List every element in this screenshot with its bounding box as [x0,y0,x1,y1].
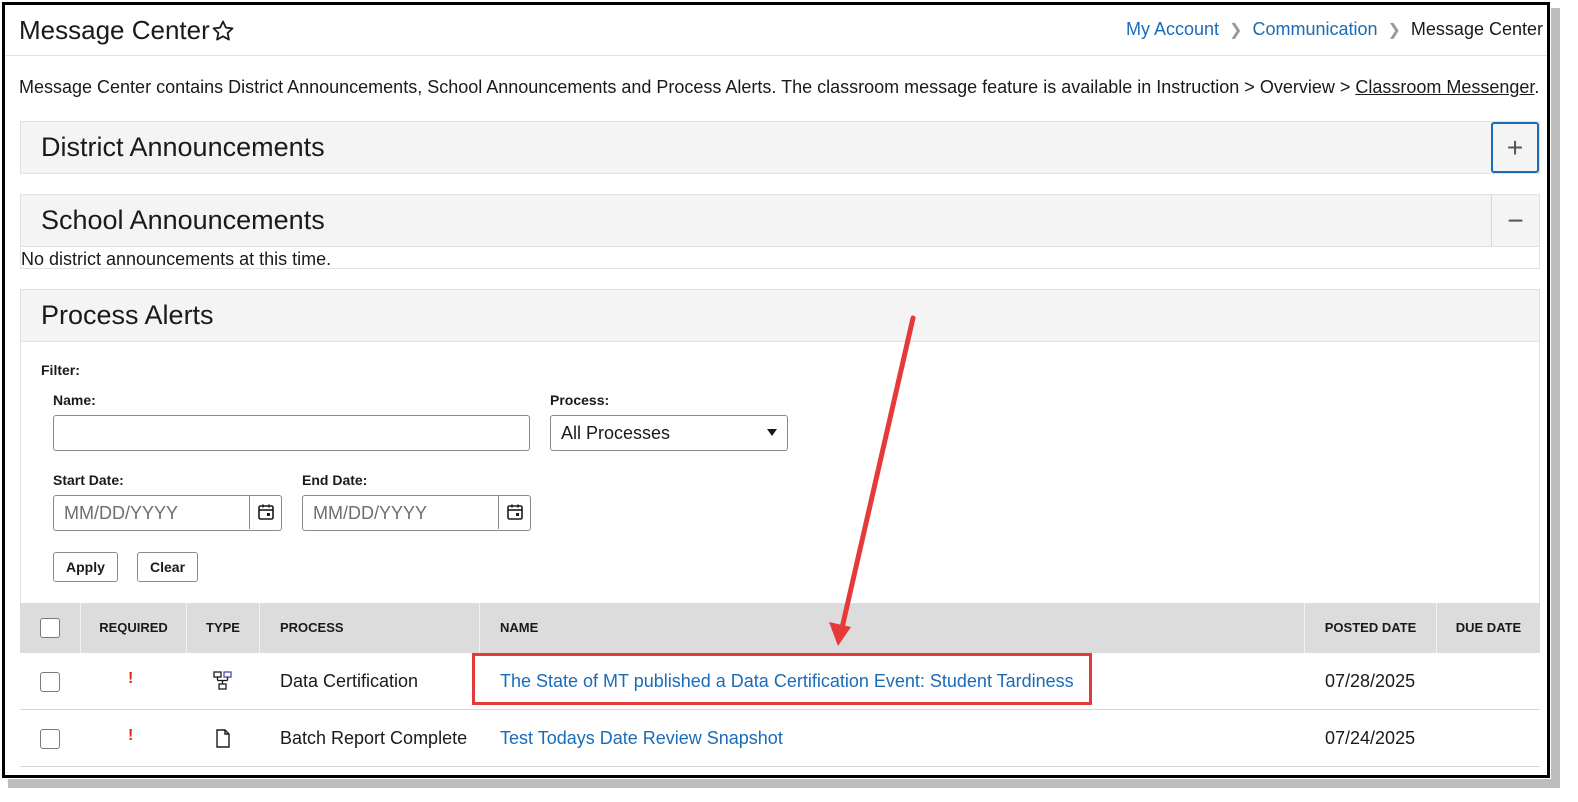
apply-button[interactable]: Apply [53,552,118,582]
school-announcements-panel: School Announcements − [20,194,1540,247]
posted-date-cell: 07/28/2025 [1325,671,1416,691]
highlight-box [472,653,1092,705]
dropdown-caret-icon [767,429,777,436]
breadcrumb: My Account ❯ Communication ❯ Message Cen… [1126,19,1543,40]
process-alerts-panel: Process Alerts [20,289,1540,342]
column-posted-date[interactable]: POSTED DATE [1305,603,1437,653]
table-row-partial [20,767,1540,775]
chevron-right-icon: ❯ [1229,21,1243,39]
breadcrumb-my-account[interactable]: My Account [1126,19,1219,40]
column-due-date[interactable]: DUE DATE [1437,603,1540,653]
end-date-input[interactable] [302,495,531,531]
hierarchy-icon [213,671,232,690]
start-date-field [53,495,282,531]
required-exclamation-icon: ! [128,670,134,687]
table-header: REQUIRED TYPE PROCESS NAME POSTED DATE D… [20,603,1540,653]
intro-text: Message Center contains District Announc… [19,77,1539,98]
column-type[interactable]: TYPE [187,603,260,653]
name-input[interactable] [53,415,530,451]
alert-name-link[interactable]: Test Todays Date Review Snapshot [500,710,783,766]
process-alerts-filter-area [20,342,1540,604]
page-header: Message Center My Account ❯ Communicatio… [5,5,1547,56]
filter-heading: Filter: [41,362,80,378]
clear-button[interactable]: Clear [137,552,199,582]
frame-shadow-bottom [8,779,1560,788]
empty-announcements-text: No district announcements at this time. [21,249,332,269]
classroom-messenger-link[interactable]: Classroom Messenger [1355,77,1534,97]
table-row[interactable]: ! Batch Report Complete Test Todays Date… [20,710,1540,767]
intro-end: . [1534,77,1540,97]
school-announcements-body: No district announcements at this time. [20,247,1540,269]
row-checkbox[interactable] [40,672,60,692]
district-announcements-title: District Announcements [41,132,325,162]
process-selected-value: All Processes [561,423,671,443]
column-name[interactable]: NAME [480,603,1305,653]
process-alerts-title: Process Alerts [41,300,214,330]
end-date-label: End Date: [302,472,368,488]
calendar-icon[interactable] [249,495,282,529]
process-label: Process: [550,392,610,408]
process-cell: Batch Report Complete [280,728,468,748]
select-all-cell [20,603,81,653]
school-announcements-title: School Announcements [41,205,325,235]
required-exclamation-icon: ! [128,727,134,744]
calendar-icon[interactable] [498,495,531,529]
favorite-star-icon[interactable] [211,19,235,43]
chevron-right-icon: ❯ [1387,21,1401,39]
posted-date-cell: 07/24/2025 [1325,728,1416,748]
district-announcements-panel: District Announcements + [20,121,1540,174]
page-title: Message Center [19,15,210,45]
breadcrumb-current: Message Center [1410,19,1543,39]
column-required[interactable]: REQUIRED [81,603,187,653]
breadcrumb-communication[interactable]: Communication [1252,19,1377,40]
column-process[interactable]: PROCESS [260,603,480,653]
end-date-field [302,495,531,531]
start-date-input[interactable] [53,495,282,531]
start-date-label: Start Date: [53,472,124,488]
frame-shadow-right [1551,8,1560,783]
row-checkbox[interactable] [40,729,60,749]
document-icon [216,729,230,748]
name-label: Name: [53,392,96,408]
process-select[interactable]: All Processes [550,415,788,451]
select-all-checkbox[interactable] [40,618,60,638]
intro-body: Message Center contains District Announc… [19,77,1356,97]
process-cell: Data Certification [280,671,419,691]
collapse-minus-icon[interactable]: − [1491,195,1539,246]
expand-plus-icon[interactable]: + [1491,122,1539,173]
